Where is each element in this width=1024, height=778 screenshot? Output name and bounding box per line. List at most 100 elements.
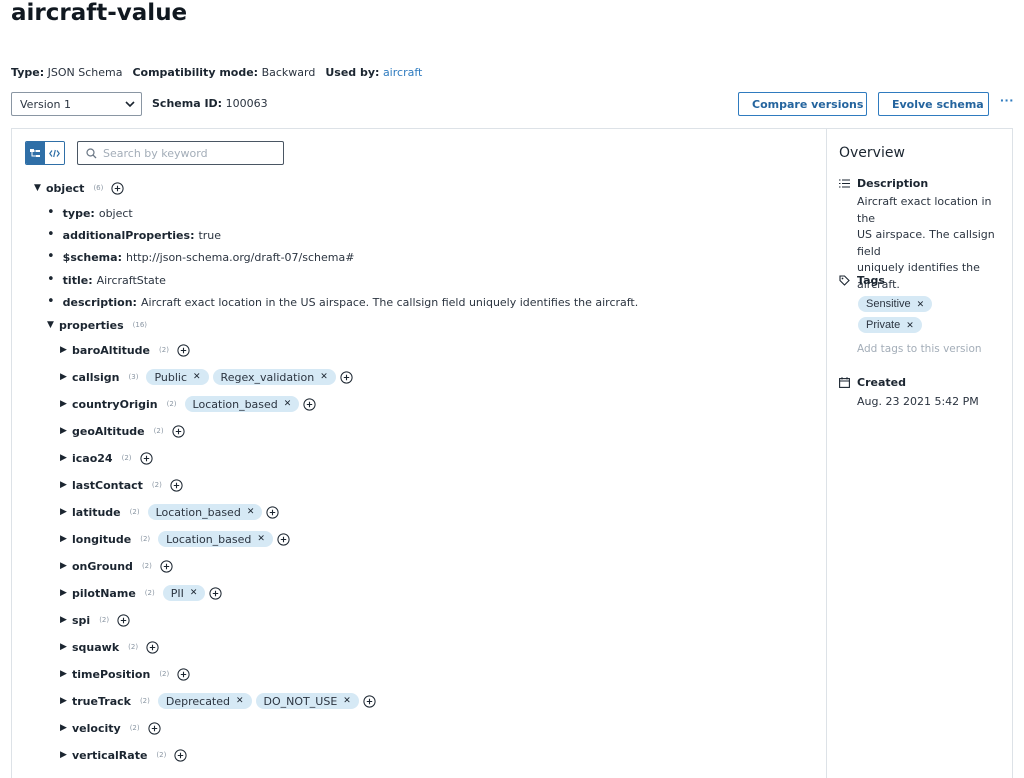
property-row[interactable]: ▶ timePosition (2): [60, 665, 190, 683]
property-row[interactable]: ▶ baroAltitude (2): [60, 341, 190, 359]
add-tag-icon[interactable]: [177, 343, 190, 357]
add-tag-icon[interactable]: [209, 586, 222, 600]
tree-view-toggle[interactable]: [26, 142, 45, 164]
property-row[interactable]: ▶ squawk (2): [60, 638, 159, 656]
search-box: [77, 141, 284, 165]
add-tag-icon[interactable]: [148, 721, 161, 735]
caret-right-icon[interactable]: ▶: [60, 507, 70, 517]
tree-field: • description: Aircraft exact location in …: [47, 294, 639, 309]
tree-field: • additionalProperties: true: [47, 227, 222, 242]
created-value: Aug. 23 2021 5:42 PM: [857, 395, 979, 408]
remove-tag-icon[interactable]: ✕: [320, 372, 328, 382]
property-row[interactable]: ▶ geoAltitude (2): [60, 422, 185, 440]
add-tag-icon[interactable]: [170, 478, 183, 492]
property-row[interactable]: ▶ pilotName (2) PII ✕: [60, 584, 222, 602]
caret-right-icon[interactable]: ▶: [60, 588, 70, 598]
property-name: countryOrigin: [72, 397, 158, 411]
property-row[interactable]: ▶ longitude (2) Location_based ✕: [60, 530, 290, 548]
caret-right-icon[interactable]: ▶: [60, 561, 70, 571]
add-tag-icon[interactable]: [146, 640, 159, 654]
schema-id: Schema ID: 100063: [152, 97, 268, 110]
caret-right-icon[interactable]: ▶: [60, 615, 70, 625]
property-name: verticalRate: [72, 748, 148, 762]
remove-tag-icon[interactable]: ✕: [284, 399, 292, 409]
property-row[interactable]: ▶ countryOrigin (2) Location_based ✕: [60, 395, 316, 413]
used-by-link[interactable]: aircraft: [383, 66, 422, 79]
property-name: geoAltitude: [72, 424, 145, 438]
remove-tag-icon[interactable]: ✕: [236, 696, 244, 706]
caret-down-icon[interactable]: ▼: [34, 183, 44, 193]
more-options-button[interactable]: ···: [997, 93, 1017, 112]
property-row[interactable]: ▶ lastContact (2): [60, 476, 183, 494]
property-row[interactable]: ▶ icao24 (2): [60, 449, 153, 467]
search-input[interactable]: [103, 146, 273, 160]
property-row[interactable]: ▶ callsign (3) Public ✕ Regex_validation ✕: [60, 368, 353, 386]
property-count: (2): [141, 562, 152, 570]
caret-right-icon[interactable]: ▶: [60, 642, 70, 652]
caret-right-icon[interactable]: ▶: [60, 453, 70, 463]
caret-right-icon[interactable]: ▶: [60, 534, 70, 544]
add-tag-icon[interactable]: [139, 451, 153, 465]
add-tag-icon[interactable]: [277, 532, 290, 546]
add-tag-icon[interactable]: [160, 559, 173, 573]
property-name: lastContact: [72, 478, 143, 492]
caret-right-icon[interactable]: ▶: [60, 399, 70, 409]
add-circle-icon[interactable]: [111, 181, 124, 195]
add-tag-icon[interactable]: [174, 748, 187, 762]
add-tag-icon[interactable]: [177, 667, 190, 681]
remove-tag-icon[interactable]: ✕: [343, 696, 351, 706]
tree-node-properties[interactable]: ▼ properties (16): [47, 316, 155, 334]
tag-chip: Location_based ✕: [158, 531, 273, 547]
property-count: (2): [139, 697, 150, 705]
add-tag-icon[interactable]: [303, 397, 316, 411]
property-name: callsign: [72, 370, 120, 384]
add-tag-icon[interactable]: [266, 505, 279, 519]
property-row[interactable]: ▶ velocity (2): [60, 719, 161, 737]
caret-right-icon[interactable]: ▶: [60, 723, 70, 733]
remove-tag-icon[interactable]: ✕: [247, 507, 255, 517]
schema-panel: ▼ object (6) •type:object •additionalPro…: [11, 128, 1013, 778]
property-count: (2): [159, 670, 170, 678]
code-view-toggle[interactable]: [45, 142, 64, 164]
caret-right-icon[interactable]: ▶: [60, 750, 70, 760]
used-by-meta: Used by: aircraft: [325, 66, 423, 79]
tag-chip: Sensitive ✕: [858, 296, 933, 312]
compare-versions-button[interactable]: Compare versions: [738, 92, 867, 116]
remove-tag-icon[interactable]: ✕: [257, 534, 265, 544]
property-row[interactable]: ▶ trueTrack (2) Deprecated ✕ DO_NOT_USE ✕: [60, 692, 376, 710]
compat-meta: Compatibility mode: Backward: [132, 66, 316, 79]
property-count: (2): [129, 724, 140, 732]
remove-tag-icon[interactable]: ✕: [906, 320, 914, 331]
caret-right-icon[interactable]: ▶: [60, 426, 70, 436]
caret-right-icon[interactable]: ▶: [60, 696, 70, 706]
caret-right-icon[interactable]: ▶: [60, 345, 70, 355]
property-name: trueTrack: [72, 694, 131, 708]
property-row[interactable]: ▶ latitude (2) Location_based ✕: [60, 503, 279, 521]
add-tag-icon[interactable]: [171, 424, 185, 438]
remove-tag-icon[interactable]: ✕: [917, 299, 925, 310]
caret-right-icon[interactable]: ▶: [60, 480, 70, 490]
add-tag-icon[interactable]: [363, 694, 376, 708]
caret-right-icon[interactable]: ▶: [60, 669, 70, 679]
property-row[interactable]: ▶ verticalRate (2): [60, 746, 187, 764]
add-tag-icon[interactable]: [340, 370, 353, 384]
remove-tag-icon[interactable]: ✕: [190, 588, 198, 598]
tag-chip: Public ✕: [146, 369, 209, 385]
add-tag-icon[interactable]: [117, 613, 130, 627]
overview-tag: Sensitive ✕: [858, 294, 936, 312]
evolve-schema-button[interactable]: Evolve schema: [878, 92, 989, 116]
caret-down-icon[interactable]: ▼: [47, 320, 57, 330]
view-toggle: [25, 141, 65, 165]
schema-meta: Type: JSON Schema Compatibility mode: Ba…: [11, 66, 422, 79]
property-row[interactable]: ▶ onGround (2): [60, 557, 173, 575]
property-count: (2): [121, 454, 132, 462]
add-tags-input[interactable]: Add tags to this version: [857, 343, 982, 355]
property-row[interactable]: ▶ spi (2): [60, 611, 130, 629]
tag-chip: PII ✕: [162, 585, 206, 601]
remove-tag-icon[interactable]: ✕: [193, 372, 201, 382]
caret-right-icon[interactable]: ▶: [60, 372, 70, 382]
property-count: (2): [99, 616, 110, 624]
tree-icon: [30, 148, 40, 157]
version-select[interactable]: Version 1: [11, 92, 142, 116]
tree-node-object[interactable]: ▼ object (6): [34, 179, 124, 197]
